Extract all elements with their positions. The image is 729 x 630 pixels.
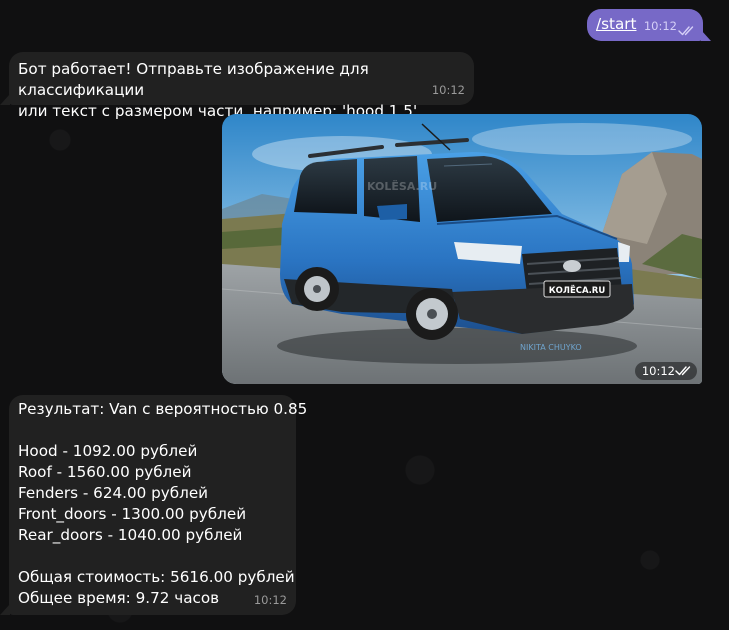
total-cost: Общая стоимость: 5616.00 рублей xyxy=(18,568,295,586)
double-check-icon xyxy=(675,366,691,376)
result-title: Результат: Van с вероятностью 0.85 xyxy=(18,400,308,418)
photo-time-badge: 10:12 xyxy=(634,362,697,380)
photographer-signature: NIKITA CHUYKO xyxy=(520,343,582,352)
watermark-text: KOLЁSA.RU xyxy=(367,179,437,193)
cost-item-fenders: Fenders - 624.00 рублей xyxy=(18,484,209,502)
message-time: 10:12 xyxy=(431,83,465,97)
car-photo[interactable]: КОЛЁСА.RU KOLЁSA.RU NIKITA CHUYKO xyxy=(222,114,702,384)
plate-text: КОЛЁСА.RU xyxy=(549,285,606,296)
outgoing-photo-message[interactable]: КОЛЁСА.RU KOLЁSA.RU NIKITA CHUYKO 10:12 xyxy=(222,114,702,384)
double-check-icon xyxy=(678,26,694,36)
outgoing-message-start[interactable]: /start 10:12 xyxy=(587,9,703,41)
cost-item-roof: Roof - 1560.00 рублей xyxy=(18,463,192,481)
message-time: 10:12 xyxy=(643,19,677,33)
start-command-link[interactable]: /start xyxy=(596,15,637,33)
cost-item-rear-doors: Rear_doors - 1040.00 рублей xyxy=(18,526,243,544)
message-time: 10:12 xyxy=(253,593,287,607)
message-time: 10:12 xyxy=(641,364,675,378)
incoming-message-result[interactable]: Результат: Van с вероятностью 0.85 Hood … xyxy=(9,395,308,615)
cost-item-front-doors: Front_doors - 1300.00 рублей xyxy=(18,505,247,523)
message-text: Бот работает! Отправьте изображение для … xyxy=(18,60,422,120)
total-time: Общее время: 9.72 часов xyxy=(18,589,220,607)
cost-item-hood: Hood - 1092.00 рублей xyxy=(18,442,198,460)
incoming-message-bot-status[interactable]: Бот работает! Отправьте изображение для … xyxy=(9,52,474,120)
